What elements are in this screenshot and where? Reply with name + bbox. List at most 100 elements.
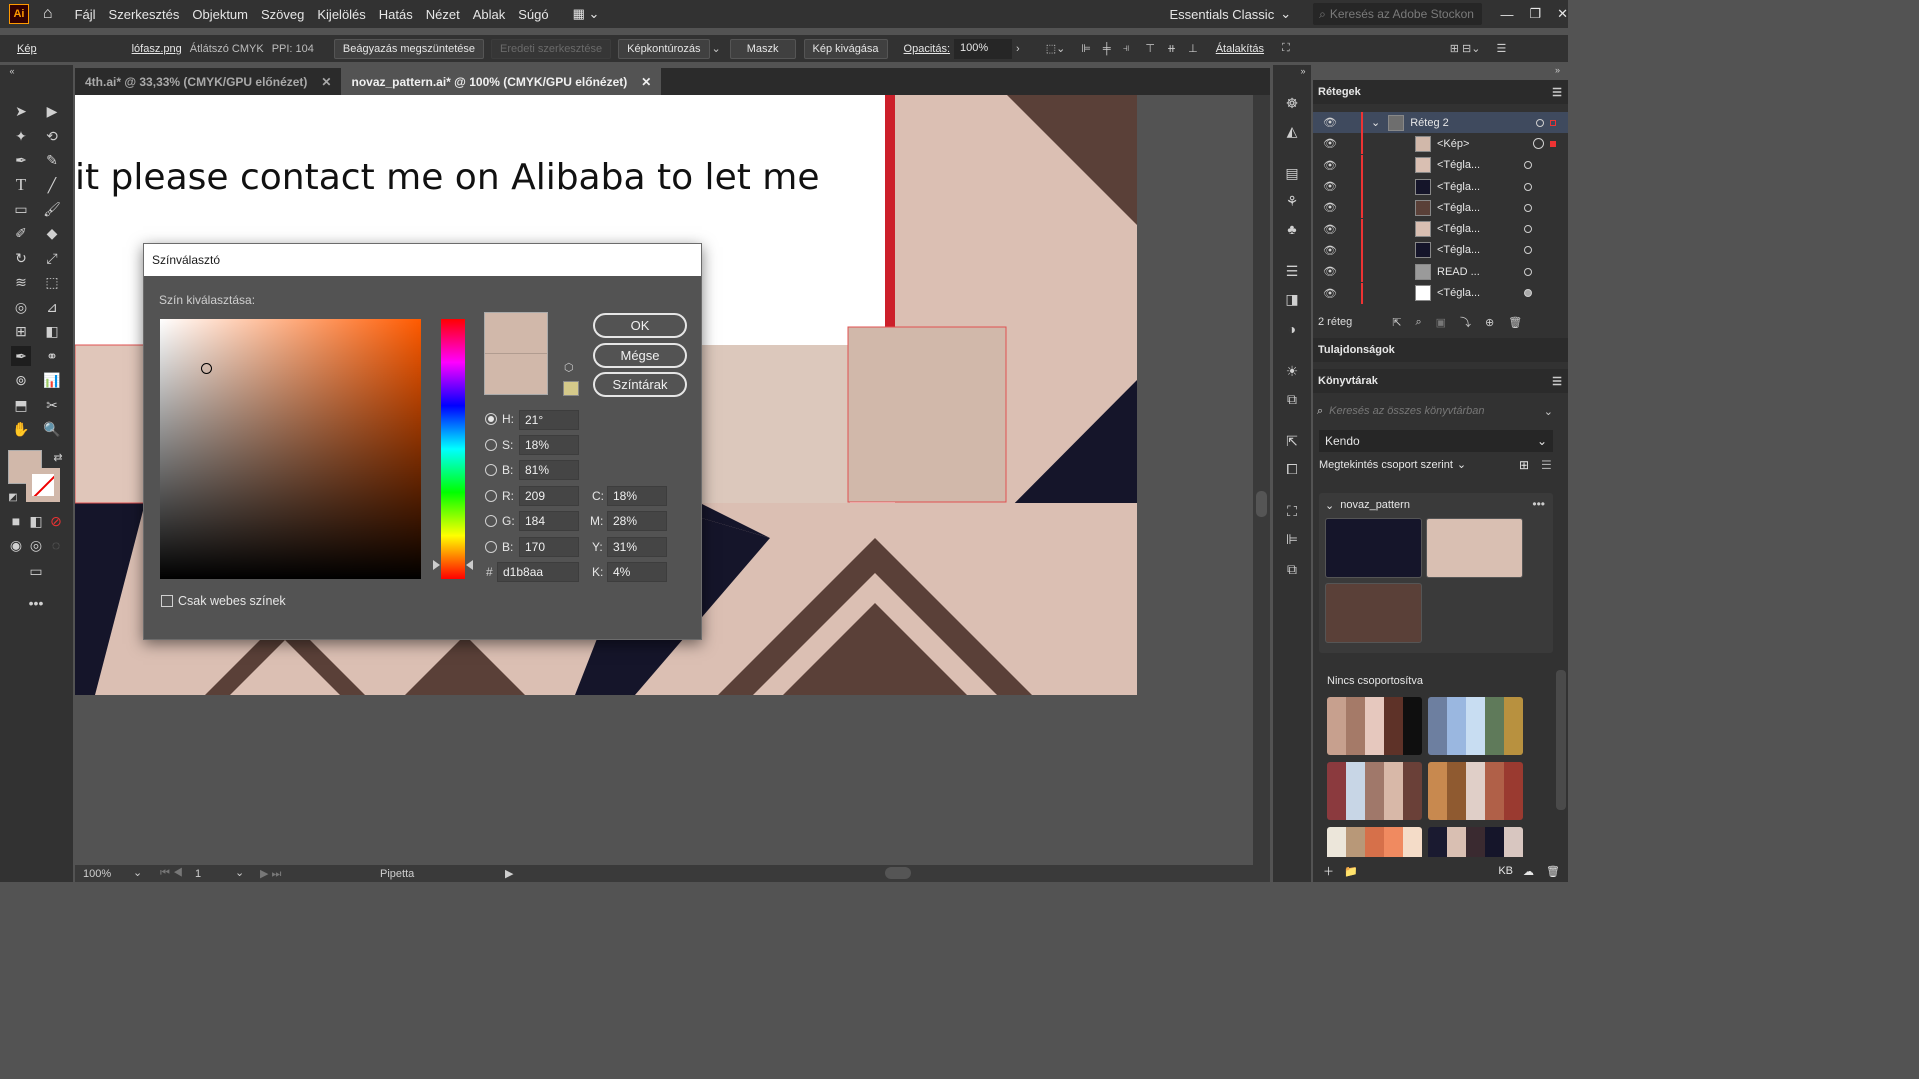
home-icon[interactable]: ⌂ <box>43 5 53 23</box>
gradient-mode-icon[interactable]: ◧ <box>26 511 46 531</box>
menu-file[interactable]: Fájl <box>75 7 96 22</box>
layer-row[interactable]: 👁 READ ... <box>1313 261 1568 283</box>
layer-name[interactable]: READ ... <box>1437 266 1480 278</box>
layer-row[interactable]: 👁 <Kép> <box>1313 133 1568 155</box>
trash-icon[interactable]: 🗑 <box>1508 316 1522 329</box>
group-header[interactable]: ⌄ novaz_pattern <box>1325 499 1410 512</box>
library-select[interactable]: Kendo ⌄ <box>1319 430 1553 452</box>
eraser-tool-icon[interactable]: ◆ <box>42 223 62 243</box>
saturation-brightness-field[interactable] <box>160 319 421 579</box>
chevron-down-icon[interactable]: ⌄ <box>1280 6 1291 22</box>
layer-name[interactable]: <Tégla... <box>1437 202 1480 214</box>
group-by-dropdown[interactable]: Megtekintés csoport szerint ⌄ <box>1319 458 1466 472</box>
color-swatch[interactable] <box>1426 518 1523 578</box>
color-theme[interactable] <box>1428 762 1523 820</box>
lasso-tool-icon[interactable]: ⟲ <box>42 126 62 146</box>
shaper-tool-icon[interactable]: ✐ <box>11 223 31 243</box>
close-icon[interactable]: ✕ <box>321 75 331 89</box>
eye-icon[interactable]: 👁 <box>1323 265 1337 278</box>
opacity-label[interactable]: Opacitás: <box>904 43 950 55</box>
tab-novaz-pattern[interactable]: novaz_pattern.ai* @ 100% (CMYK/GPU előné… <box>341 68 662 95</box>
properties-panel-title[interactable]: Tulajdonságok <box>1318 344 1395 356</box>
layer-name[interactable]: <Tégla... <box>1437 287 1480 299</box>
layer-row[interactable]: 👁 <Tégla... <box>1313 197 1568 219</box>
column-graph-tool-icon[interactable]: 📊 <box>42 370 62 390</box>
target-icon[interactable] <box>1533 138 1544 150</box>
image-trace-button[interactable]: Képkontúrozás <box>618 38 710 59</box>
align-middle-icon[interactable]: ⧺ <box>1167 42 1176 55</box>
menu-select[interactable]: Kijelölés <box>317 7 365 22</box>
selection-tool-icon[interactable]: ➤ <box>11 101 31 121</box>
properties-panel-header[interactable]: Tulajdonságok <box>1313 338 1568 362</box>
chevron-down-icon[interactable]: ⌄ <box>235 866 244 879</box>
cyan-input[interactable]: 18% <box>607 486 667 506</box>
vertical-scrollbar[interactable] <box>1253 95 1270 865</box>
more-options-icon[interactable]: ••• <box>1532 497 1545 511</box>
mask-button[interactable]: Maszk <box>729 38 796 59</box>
menu-effect[interactable]: Hatás <box>379 7 413 22</box>
transform-icon[interactable]: ⛶ <box>1282 501 1302 521</box>
color-theme[interactable] <box>1327 762 1422 820</box>
library-search-field[interactable]: ⌕ Keresés az összes könyvtárban ⌄ <box>1317 400 1553 422</box>
curvature-tool-icon[interactable]: ✎ <box>42 150 62 170</box>
out-of-gamut-icon[interactable]: ⬡ <box>564 361 574 374</box>
menu-view[interactable]: Nézet <box>426 7 460 22</box>
close-icon[interactable]: ✕ <box>1557 6 1568 22</box>
minimize-icon[interactable]: — <box>1500 7 1513 22</box>
magenta-input[interactable]: 28% <box>607 511 667 531</box>
chevron-right-icon[interactable]: › <box>1016 43 1020 55</box>
hex-input[interactable]: d1b8aa <box>497 562 579 582</box>
mesh-tool-icon[interactable]: ⊞ <box>11 321 31 341</box>
web-colors-label[interactable]: Csak webes színek <box>178 594 286 608</box>
libraries-panel-title[interactable]: Könyvtárak <box>1318 375 1378 387</box>
grid-view-icon[interactable]: ⊞ <box>1519 458 1529 472</box>
artboards-icon[interactable]: ⧠ <box>1282 459 1302 479</box>
scale-tool-icon[interactable]: ⤢ <box>42 248 62 268</box>
menu-window[interactable]: Ablak <box>473 7 506 22</box>
type-tool-icon[interactable]: T <box>11 175 31 195</box>
blend-tool-icon[interactable]: ⚭ <box>42 346 62 366</box>
slice-tool-icon[interactable]: ✂ <box>42 395 62 415</box>
color-guide-icon[interactable]: ☸ <box>1282 93 1302 113</box>
color-theme[interactable] <box>1428 827 1523 857</box>
layer-row[interactable]: 👁 <Tégla... <box>1313 154 1568 176</box>
layer-row[interactable]: 👁 <Tégla... <box>1313 239 1568 261</box>
color-theme[interactable] <box>1327 697 1422 755</box>
collapse-icon[interactable]: » <box>1293 65 1313 77</box>
draw-inside-icon[interactable]: ◌ <box>46 535 66 555</box>
scroll-thumb[interactable] <box>1256 491 1267 517</box>
align-center-icon[interactable]: ╪ <box>1103 43 1111 55</box>
brightness-input[interactable]: 81% <box>519 460 579 480</box>
linked-file-link[interactable]: lófasz.png <box>132 43 182 55</box>
horizontal-scroll-thumb[interactable] <box>885 867 911 879</box>
eye-icon[interactable]: 👁 <box>1323 180 1337 193</box>
eye-icon[interactable]: 👁 <box>1323 116 1337 129</box>
color-swatches-button[interactable]: Színtárak <box>593 372 687 397</box>
pen-tool-icon[interactable]: ✒ <box>11 150 31 170</box>
color-theme[interactable] <box>1327 827 1422 857</box>
stroke-swatch[interactable] <box>26 468 60 502</box>
eye-icon[interactable]: 👁 <box>1323 287 1337 300</box>
menu-help[interactable]: Súgó <box>518 7 548 22</box>
stock-search-field[interactable]: ⌕ Keresés az Adobe Stockon <box>1313 3 1483 25</box>
chevron-down-icon[interactable]: ⌄ <box>1371 116 1380 129</box>
layer-name[interactable]: <Tégla... <box>1437 223 1480 235</box>
hue-slider-handle-right-icon[interactable] <box>466 560 473 570</box>
green-input[interactable]: 184 <box>519 511 579 531</box>
ok-button[interactable]: OK <box>593 313 687 338</box>
export-icon[interactable]: ⇱ <box>1282 431 1302 451</box>
target-icon[interactable] <box>1524 225 1532 234</box>
target-icon[interactable] <box>1524 267 1532 276</box>
edit-toolbar-icon[interactable]: ••• <box>26 593 46 613</box>
gradient-tool-icon[interactable]: ◧ <box>42 321 62 341</box>
red-radio[interactable] <box>485 490 497 502</box>
perspective-grid-tool-icon[interactable]: ⊿ <box>42 297 62 317</box>
menu-type[interactable]: Szöveg <box>261 7 304 22</box>
collapse-icon[interactable]: « <box>2 65 22 77</box>
color-icon[interactable]: ◭ <box>1282 121 1302 141</box>
black-input[interactable]: 4% <box>607 562 667 582</box>
eye-icon[interactable]: 👁 <box>1323 223 1337 236</box>
eye-icon[interactable]: 👁 <box>1323 244 1337 257</box>
color-swatch[interactable] <box>1325 583 1422 643</box>
layer-name[interactable]: <Kép> <box>1437 138 1469 150</box>
